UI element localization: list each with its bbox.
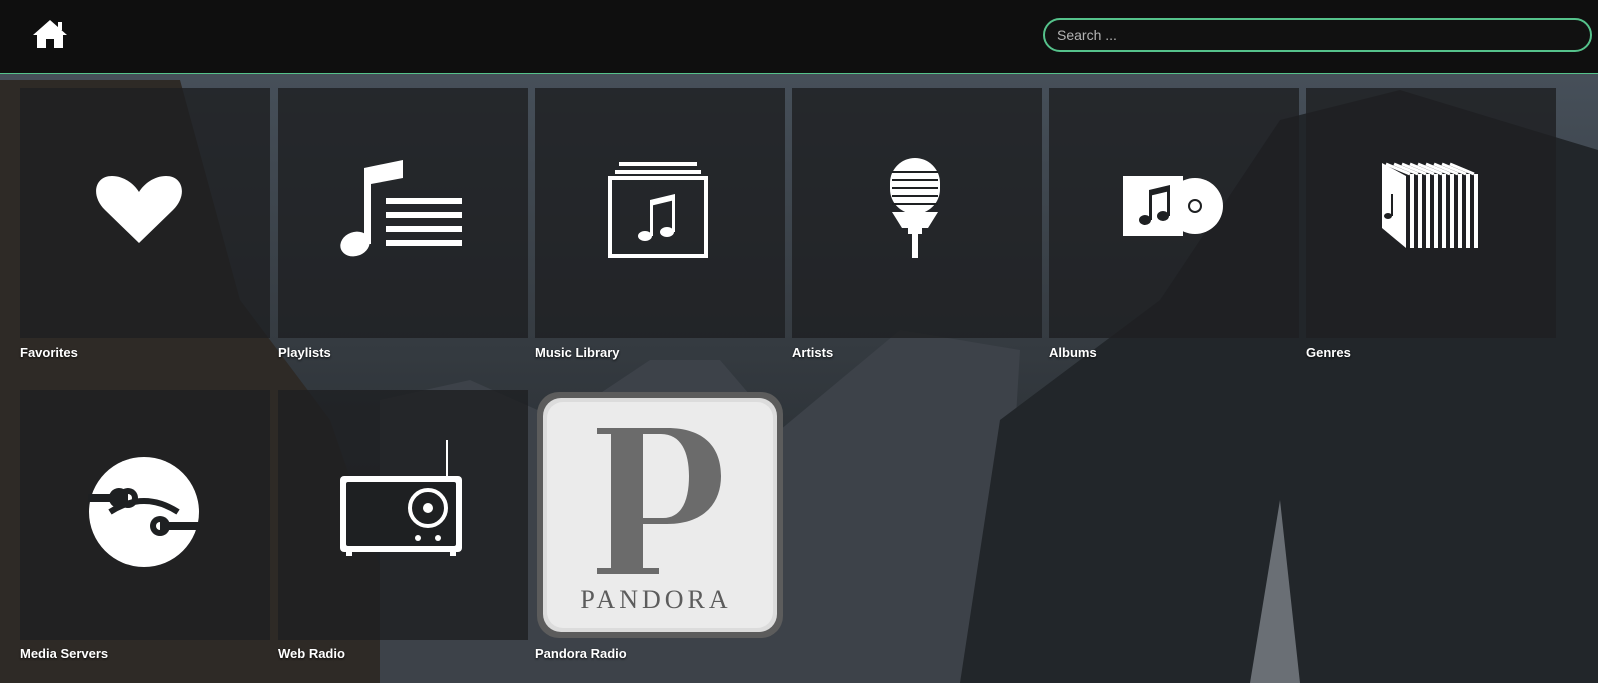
tile-label: Artists <box>792 345 834 360</box>
heart-icon <box>96 176 182 243</box>
tile-media-servers[interactable] <box>20 390 270 640</box>
genres-icon <box>1382 162 1478 248</box>
radio-icon <box>340 440 462 556</box>
home-icon[interactable] <box>31 18 69 50</box>
tile-albums[interactable] <box>1049 88 1299 338</box>
tile-label: Pandora Radio <box>535 646 627 661</box>
tile-label: Albums <box>1049 345 1097 360</box>
pandora-icon: PANDORA <box>537 392 783 638</box>
tile-pandora-radio[interactable]: PANDORA <box>535 390 785 640</box>
tile-label: Genres <box>1306 345 1351 360</box>
tile-playlists[interactable] <box>278 88 528 338</box>
album-icon <box>1123 176 1223 236</box>
playlist-icon <box>340 160 462 257</box>
music-library-icon <box>608 162 708 258</box>
media-server-icon <box>88 457 200 567</box>
pandora-logo-text: PANDORA <box>580 585 731 614</box>
tile-genres[interactable] <box>1306 88 1556 338</box>
search-input[interactable] <box>1043 18 1592 52</box>
tile-label: Music Library <box>535 345 620 360</box>
tile-web-radio[interactable] <box>278 390 528 640</box>
tile-label: Favorites <box>20 345 78 360</box>
top-bar <box>0 0 1598 74</box>
tile-favorites[interactable] <box>20 88 270 338</box>
tile-label: Playlists <box>278 345 331 360</box>
tile-music-library[interactable] <box>535 88 785 338</box>
tile-label: Media Servers <box>20 646 109 661</box>
microphone-icon <box>890 158 940 258</box>
tile-artists[interactable] <box>792 88 1042 338</box>
tile-label: Web Radio <box>278 646 345 661</box>
